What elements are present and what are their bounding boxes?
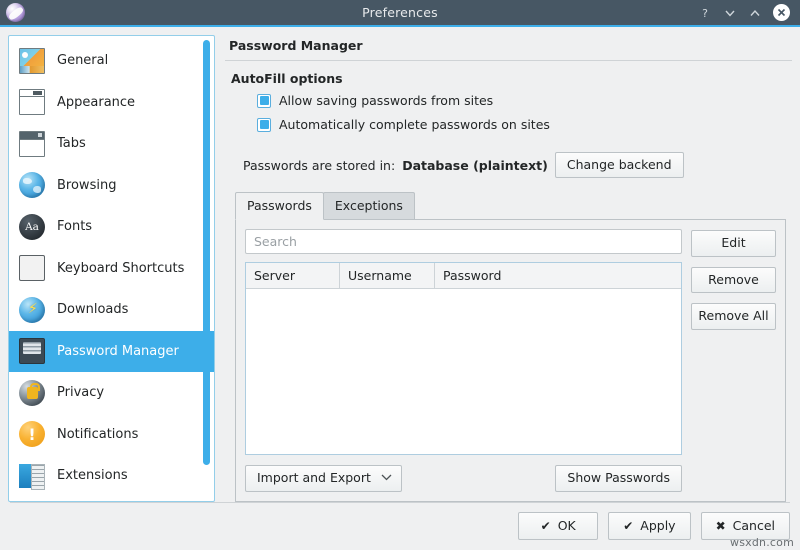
main-panel: Password Manager AutoFill options Allow …: [223, 35, 792, 502]
check-icon: ✔: [540, 518, 551, 533]
sidebar-item-label: Privacy: [57, 385, 105, 401]
autocomplete-passwords-label: Automatically complete passwords on site…: [279, 117, 550, 132]
sidebar-item-keyboard-shortcuts[interactable]: Keyboard Shortcuts: [9, 248, 214, 290]
show-passwords-button[interactable]: Show Passwords: [555, 465, 682, 492]
tabs-icon: [19, 130, 45, 157]
chevron-down-icon: [381, 473, 392, 484]
apply-button-label: Apply: [640, 517, 676, 533]
cancel-button-label: Cancel: [732, 517, 775, 533]
preferences-sidebar[interactable]: General Appearance Tabs Browsing Aa Font…: [8, 35, 215, 502]
tab-passwords[interactable]: Passwords: [235, 192, 324, 221]
tab-exceptions[interactable]: Exceptions: [322, 192, 415, 220]
sidebar-item-spell-check[interactable]: A Spell Check: [9, 497, 214, 501]
sidebar-item-label: Tabs: [57, 136, 86, 152]
appearance-icon: [19, 89, 45, 116]
allow-saving-passwords-label: Allow saving passwords from sites: [279, 93, 494, 108]
sidebar-item-label: Appearance: [57, 94, 136, 110]
column-header-server[interactable]: Server: [246, 263, 340, 289]
keyboard-icon: [19, 255, 45, 282]
watermark: wsxdn.com: [730, 536, 794, 549]
browsing-globe-icon: [19, 172, 45, 199]
apply-button[interactable]: ✔ Apply: [608, 511, 691, 540]
sidebar-item-label: Browsing: [57, 177, 117, 193]
sidebar-item-label: Fonts: [57, 219, 93, 235]
page-title: Password Manager: [229, 38, 363, 53]
notifications-icon: !: [19, 421, 45, 448]
search-input[interactable]: Search: [245, 229, 682, 255]
downloads-icon: ⚡: [19, 296, 45, 323]
edit-button[interactable]: Edit: [691, 230, 776, 257]
sidebar-item-fonts[interactable]: Aa Fonts: [9, 206, 214, 248]
scrollbar-thumb[interactable]: [203, 40, 210, 465]
fonts-icon: Aa: [19, 213, 45, 240]
storage-label: Passwords are stored in:: [243, 157, 396, 173]
sidebar-item-appearance[interactable]: Appearance: [9, 82, 214, 124]
sidebar-scrollbar[interactable]: [202, 40, 211, 497]
preferences-window: Preferences ? General Appearance Tabs Br…: [0, 0, 800, 550]
footer-divider: [10, 501, 790, 503]
import-export-label: Import and Export: [257, 470, 371, 486]
change-backend-button[interactable]: Change backend: [554, 152, 684, 179]
help-icon[interactable]: ?: [698, 6, 712, 20]
sidebar-item-password-manager[interactable]: Password Manager: [9, 330, 214, 372]
body-area: General Appearance Tabs Browsing Aa Font…: [0, 27, 800, 502]
sidebar-item-label: Keyboard Shortcuts: [57, 260, 185, 276]
autocomplete-passwords-checkbox[interactable]: [257, 117, 271, 132]
sidebar-item-notifications[interactable]: ! Notifications: [9, 414, 214, 456]
passwords-tab-panel: Search Server Username Password Import a…: [235, 219, 786, 502]
table-body[interactable]: [246, 289, 681, 454]
sidebar-item-label: General: [57, 53, 109, 69]
sidebar-item-general[interactable]: General: [9, 40, 214, 82]
passwords-bottom-bar: Import and Export Show Passwords: [245, 465, 682, 492]
remove-all-button[interactable]: Remove All: [691, 303, 776, 330]
close-icon[interactable]: [773, 4, 790, 21]
falkon-icon: [6, 3, 25, 22]
password-manager-icon: [19, 338, 45, 365]
table-header: Server Username Password: [246, 263, 681, 290]
sidebar-list: General Appearance Tabs Browsing Aa Font…: [9, 36, 214, 501]
sidebar-item-downloads[interactable]: ⚡ Downloads: [9, 289, 214, 331]
allow-saving-passwords-checkbox[interactable]: [257, 93, 271, 108]
sidebar-item-browsing[interactable]: Browsing: [9, 165, 214, 207]
storage-backend-row: Passwords are stored in: Database (plain…: [243, 152, 792, 179]
title-divider: [225, 60, 792, 61]
passwords-left-column: Search Server Username Password Import a…: [245, 229, 682, 492]
passwords-table[interactable]: Server Username Password: [245, 262, 682, 456]
sidebar-item-extensions[interactable]: Extensions: [9, 455, 214, 497]
check-icon: ✔: [623, 518, 634, 533]
allow-saving-passwords-row[interactable]: Allow saving passwords from sites: [257, 93, 792, 108]
autocomplete-passwords-row[interactable]: Automatically complete passwords on site…: [257, 117, 792, 132]
title-bar: Preferences ?: [0, 0, 800, 27]
sidebar-item-label: Downloads: [57, 302, 129, 318]
ok-button[interactable]: ✔ OK: [518, 511, 599, 540]
svg-text:?: ?: [702, 7, 708, 19]
storage-value: Database (plaintext): [402, 157, 548, 173]
window-controls: ?: [698, 4, 800, 21]
dialog-footer: ✔ OK ✔ Apply ✖ Cancel: [0, 501, 800, 550]
sidebar-item-tabs[interactable]: Tabs: [9, 123, 214, 165]
password-tabstrip: Passwords Exceptions: [235, 192, 792, 221]
autofill-section-title: AutoFill options: [231, 71, 343, 86]
privacy-lock-icon: [19, 379, 45, 406]
import-and-export-button[interactable]: Import and Export: [245, 465, 402, 492]
ok-button-label: OK: [557, 517, 576, 533]
cross-icon: ✖: [715, 518, 726, 533]
column-header-username[interactable]: Username: [340, 263, 435, 289]
window-title: Preferences: [362, 5, 438, 20]
passwords-side-buttons: Edit Remove Remove All: [691, 229, 776, 491]
maximize-icon[interactable]: [748, 6, 762, 20]
remove-button[interactable]: Remove: [691, 266, 776, 294]
general-icon: [19, 47, 45, 74]
sidebar-item-label: Password Manager: [57, 343, 179, 359]
sidebar-item-label: Extensions: [57, 468, 128, 484]
column-header-password[interactable]: Password: [435, 263, 681, 288]
minimize-icon[interactable]: [723, 6, 737, 20]
footer-buttons: ✔ OK ✔ Apply ✖ Cancel: [10, 511, 790, 540]
sidebar-item-label: Notifications: [57, 426, 139, 442]
extensions-icon: [19, 462, 45, 490]
sidebar-item-privacy[interactable]: Privacy: [9, 372, 214, 414]
